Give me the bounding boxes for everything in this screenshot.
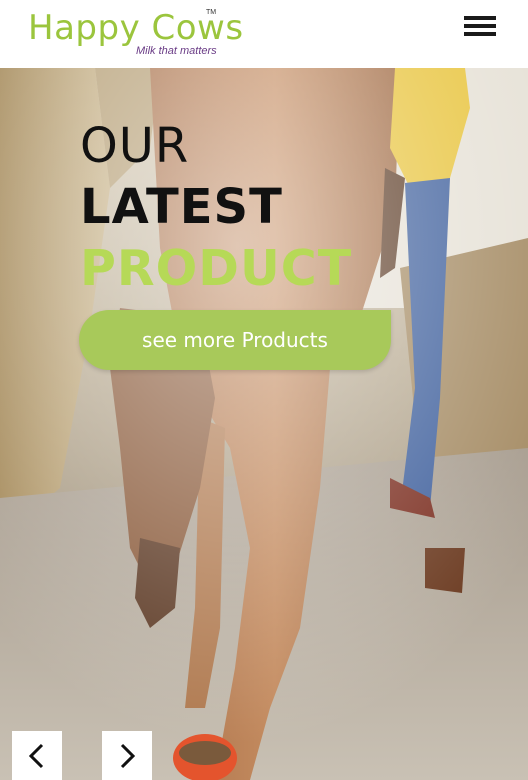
hero-headline: OUR LATEST PRODUCT xyxy=(80,116,352,300)
hero-slider: OUR LATEST PRODUCT see more Products xyxy=(0,68,528,780)
hamburger-menu-icon[interactable] xyxy=(464,14,498,38)
carousel-next-button[interactable] xyxy=(102,731,152,780)
logo-trademark: TM xyxy=(206,9,217,16)
headline-our: OUR xyxy=(80,118,190,174)
see-more-products-button[interactable]: see more Products xyxy=(79,310,391,370)
carousel-prev-button[interactable] xyxy=(12,731,62,780)
chevron-right-icon xyxy=(120,743,136,769)
happy-cows-logo[interactable]: Happy Cows TM Milk that matters xyxy=(28,6,243,62)
headline-latest: LATEST xyxy=(80,179,283,235)
headline-product: PRODUCT xyxy=(80,240,353,297)
logo-tagline: Milk that matters xyxy=(136,45,217,57)
chevron-left-icon xyxy=(28,743,44,769)
site-header: Happy Cows TM Milk that matters xyxy=(0,0,528,68)
